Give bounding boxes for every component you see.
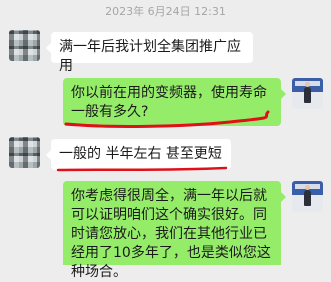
user-avatar[interactable] — [292, 181, 323, 212]
message-bubble-outgoing[interactable]: 你考虑得很周全，满一年以后就可以证明咱们这个确实很好。同时请您放心，我们在其他行… — [63, 181, 286, 280]
avatar-person-graphic — [304, 82, 311, 103]
user-avatar[interactable] — [292, 78, 323, 109]
avatar-person-graphic — [304, 185, 311, 206]
contact-avatar[interactable] — [9, 30, 40, 61]
message-text: 一般的 半年左右 甚至更短 — [59, 146, 222, 162]
message-text: 满一年后我计划全集团推广应用 — [59, 39, 241, 74]
message-bubble-outgoing[interactable]: 你以前在用的变频器，使用寿命一般有多久? — [63, 78, 286, 126]
message-bubble-incoming[interactable]: 满一年后我计划全集团推广应用 — [46, 32, 253, 74]
message-text: 你以前在用的变频器，使用寿命一般有多久? — [71, 85, 267, 120]
chat-timestamp: 2023年 6月24日 12:31 — [105, 5, 226, 18]
contact-avatar[interactable] — [9, 137, 40, 168]
message-text: 你考虑得很周全，满一年以后就可以证明咱们这个确实很好。同时请您放心，我们在其他行… — [71, 188, 271, 280]
message-bubble-incoming[interactable]: 一般的 半年左右 甚至更短 — [46, 139, 231, 170]
